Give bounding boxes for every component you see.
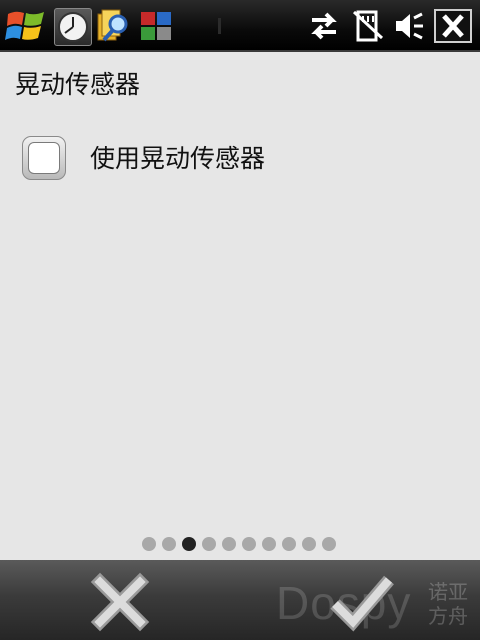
- page-dot: [242, 537, 256, 551]
- sync-arrows-icon: [311, 12, 337, 40]
- checkbox-box: [28, 142, 60, 174]
- tiles-icon[interactable]: [138, 8, 174, 44]
- search-icon[interactable]: [96, 8, 132, 44]
- use-shake-sensor-checkbox[interactable]: [22, 136, 66, 180]
- page-dot: [202, 537, 216, 551]
- status-separator: [218, 18, 221, 34]
- cancel-x-icon: [90, 572, 150, 632]
- softkey-bar: Dospy 诺亚 方舟: [0, 560, 480, 640]
- close-icon: [442, 14, 464, 38]
- clock-icon[interactable]: [54, 8, 92, 46]
- page-dot: [162, 537, 176, 551]
- sd-card-icon: [352, 10, 384, 42]
- ok-button[interactable]: [325, 570, 399, 634]
- page-title: 晃动传感器: [15, 70, 141, 99]
- page-dot: [282, 537, 296, 551]
- watermark-cn-line1: 诺亚: [428, 580, 468, 604]
- page-dot: [302, 537, 316, 551]
- watermark-cn-line2: 方舟: [428, 604, 468, 628]
- checkbox-label: 使用晃动传感器: [90, 144, 266, 173]
- close-button[interactable]: [434, 9, 472, 43]
- page-dot: [262, 537, 276, 551]
- status-bar: [0, 0, 480, 52]
- watermark-brand-cn: 诺亚 方舟: [428, 580, 472, 628]
- page-dot-active: [182, 537, 196, 551]
- page-dot: [322, 537, 336, 551]
- page-dot: [142, 537, 156, 551]
- page-dot: [222, 537, 236, 551]
- option-row[interactable]: 使用晃动传感器: [22, 136, 462, 184]
- cancel-button[interactable]: [88, 570, 152, 634]
- windows-start-icon[interactable]: [4, 6, 48, 46]
- volume-icon: [396, 12, 423, 40]
- ok-check-icon: [330, 575, 394, 632]
